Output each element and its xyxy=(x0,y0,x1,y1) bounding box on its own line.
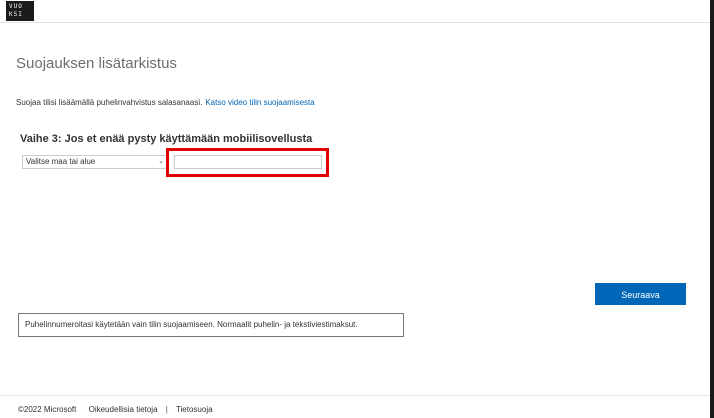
info-text: Suojaa tilisi lisäämällä puhelinvahvistu… xyxy=(16,98,315,107)
watch-video-link[interactable]: Katso video tilin suojaamisesta xyxy=(205,98,314,107)
logo-line-2: KSI xyxy=(9,11,23,18)
phone-number-input[interactable] xyxy=(174,155,322,169)
country-select[interactable]: Valitse maa tai alue ⌄ xyxy=(22,155,167,169)
chevron-down-icon: ⌄ xyxy=(158,158,164,165)
legal-link[interactable]: Oikeudellisia tietoja xyxy=(89,405,158,414)
page-title: Suojauksen lisätarkistus xyxy=(16,55,177,72)
footer-divider xyxy=(0,395,710,396)
privacy-link[interactable]: Tietosuoja xyxy=(176,405,213,414)
copyright: ©2022 Microsoft xyxy=(18,405,77,414)
logo-line-1: VUO xyxy=(9,3,23,10)
footer: ©2022 Microsoft Oikeudellisia tietoja | … xyxy=(18,405,213,414)
footer-separator: | xyxy=(165,405,168,414)
window-edge xyxy=(710,0,714,418)
company-logo: VUO KSI xyxy=(6,1,34,21)
country-select-value: Valitse maa tai alue xyxy=(26,157,96,166)
next-button[interactable]: Seuraava xyxy=(595,283,686,305)
info-description: Suojaa tilisi lisäämällä puhelinvahvistu… xyxy=(16,98,203,107)
phone-usage-notice: Puhelinnumeroitasi käytetään vain tilin … xyxy=(18,313,404,337)
top-bar: VUO KSI xyxy=(0,0,714,23)
step-heading: Vaihe 3: Jos et enää pysty käyttämään mo… xyxy=(20,133,313,145)
